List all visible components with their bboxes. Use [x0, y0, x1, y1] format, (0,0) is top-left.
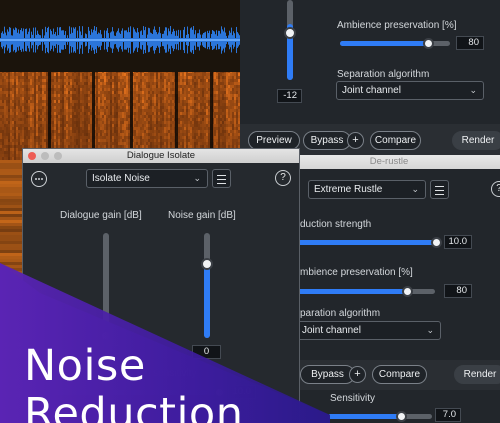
separation-dropdown[interactable]: Joint channel ⌄: [336, 81, 484, 100]
separation-sensitivity-value[interactable]: 10.0: [228, 385, 256, 399]
ambience-label: Ambience preservation [%]: [337, 20, 457, 31]
vertical-slider-knob[interactable]: [284, 27, 296, 39]
de-rustle-title: De-rustle: [369, 156, 409, 167]
de-rustle-ambience-slider[interactable]: [298, 286, 435, 297]
hamburger-menu-icon[interactable]: [212, 169, 231, 188]
de-rustle-ambience-knob[interactable]: [402, 286, 413, 297]
chevron-down-icon: ⌄: [193, 173, 201, 183]
reduction-strength-label: duction strength: [300, 219, 372, 230]
noise-gain-knob[interactable]: [201, 258, 213, 270]
de-rustle-separation-dropdown[interactable]: Joint channel ⌄: [296, 321, 441, 340]
ambience-slider[interactable]: [340, 38, 450, 49]
de-rustle-ambience-value[interactable]: 80: [444, 284, 472, 298]
dialogue-gain-knob[interactable]: [100, 330, 112, 342]
reduction-strength-slider[interactable]: [298, 237, 442, 248]
add-button[interactable]: +: [347, 132, 364, 149]
de-rustle-sensitivity-value[interactable]: 7.0: [435, 408, 461, 422]
bypass-button[interactable]: Bypass: [303, 131, 351, 150]
zoom-window-icon[interactable]: [54, 152, 62, 160]
compare-button[interactable]: Compare: [370, 131, 421, 150]
separation-label: Separation algorithm: [337, 69, 430, 80]
ambience-value[interactable]: 80: [456, 36, 484, 50]
noise-gain-label: Noise gain [dB]: [168, 210, 236, 221]
dialogue-isolate-titlebar: Dialogue Isolate: [23, 149, 299, 163]
top-module-panel: -12 Ambience preservation [%] 80 Separat…: [240, 0, 500, 155]
de-rustle-separation-label: paration algorithm: [300, 308, 381, 319]
hamburger-menu-icon[interactable]: [430, 180, 449, 199]
de-rustle-render-button[interactable]: Render: [454, 365, 500, 384]
mode-dropdown-value: Isolate Noise: [92, 173, 150, 184]
close-window-icon[interactable]: [28, 152, 36, 160]
de-rustle-mode-dropdown[interactable]: Extreme Rustle ⌄: [308, 180, 426, 199]
separation-sensitivity-label: ion sensitivity: [137, 368, 197, 379]
chevron-down-icon: ⌄: [411, 184, 419, 194]
de-rustle-sensitivity-knob[interactable]: [396, 411, 407, 422]
de-rustle-titlebar: De-rustle: [278, 155, 500, 169]
spectrogram-image: [0, 0, 240, 160]
dialogue-gain-value[interactable]: -Inf: [91, 345, 120, 359]
noise-gain-slider[interactable]: [201, 233, 213, 338]
help-icon[interactable]: ?: [275, 170, 291, 186]
dialogue-gain-label: Dialogue gain [dB]: [60, 210, 142, 221]
de-rustle-separation-value: Joint channel: [302, 325, 361, 336]
chevron-down-icon: ⌄: [426, 325, 434, 335]
mode-dropdown[interactable]: Isolate Noise ⌄: [86, 169, 208, 188]
ambience-slider-knob[interactable]: [423, 38, 434, 49]
noise-gain-value[interactable]: 0: [192, 345, 221, 359]
chevron-down-icon: ⌄: [469, 85, 477, 95]
spectrogram-view[interactable]: [0, 0, 240, 160]
de-rustle-sensitivity-slider[interactable]: [328, 411, 432, 422]
de-rustle-bypass-button[interactable]: Bypass: [300, 365, 355, 384]
de-rustle-mode-value: Extreme Rustle: [314, 184, 383, 195]
de-rustle-sensitivity-label: Sensitivity: [330, 393, 376, 404]
de-rustle-ambience-label: mbience preservation [%]: [300, 267, 413, 278]
render-button[interactable]: Render: [452, 131, 500, 150]
vertical-slider-value[interactable]: -12: [277, 89, 302, 103]
spectrogram-strip: [0, 160, 22, 423]
de-rustle-add-button[interactable]: +: [349, 366, 366, 383]
speech-bubble-icon[interactable]: [31, 171, 47, 187]
minimize-window-icon[interactable]: [41, 152, 49, 160]
separation-dropdown-value: Joint channel: [342, 85, 401, 96]
dialogue-isolate-window: Dialogue Isolate Isolate Noise ⌄ ? Dialo…: [22, 148, 300, 423]
vertical-slider[interactable]: [284, 0, 296, 80]
reduction-strength-value[interactable]: 10.0: [444, 235, 472, 249]
help-icon[interactable]: ?: [491, 181, 500, 197]
separation-sensitivity-knob[interactable]: [214, 387, 225, 398]
dialogue-gain-slider[interactable]: [100, 233, 112, 342]
reduction-strength-knob[interactable]: [431, 237, 442, 248]
spectrogram-strip-image: [0, 160, 22, 423]
separation-sensitivity-slider[interactable]: [43, 387, 225, 398]
de-rustle-window: De-rustle Extreme Rustle ⌄ ? duction str…: [278, 155, 500, 423]
dialogue-isolate-title: Dialogue Isolate: [126, 150, 196, 161]
de-rustle-compare-button[interactable]: Compare: [372, 365, 427, 384]
